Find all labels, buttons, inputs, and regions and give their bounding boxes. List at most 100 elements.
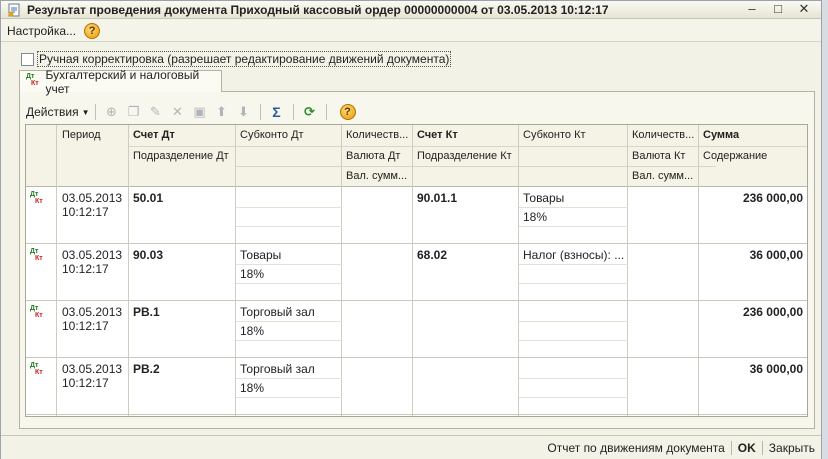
- row-subdivider: [519, 226, 628, 227]
- cell-date: 03.05.2013: [62, 248, 123, 262]
- edit-icon[interactable]: ✎: [148, 104, 164, 120]
- window-controls: – □ ✕: [739, 2, 817, 17]
- refresh-icon[interactable]: ⟳: [302, 104, 318, 120]
- tab-label: Бухгалтерский и налоговый учет: [45, 67, 200, 96]
- kt-glyph: Кт: [35, 255, 43, 262]
- dt-glyph: Дт: [30, 305, 39, 312]
- status-separator: [730, 440, 732, 455]
- tab-panel: Действия ▼ ⊕ ❐ ✎ ✕ ▣ ⬆ ⬇ Σ ⟳ ? Период Сч…: [19, 91, 815, 429]
- title-bar[interactable]: Результат проведения документа Приходный…: [1, 1, 821, 19]
- status-bar: Отчет по движениям документа OK Закрыть: [1, 435, 821, 459]
- cell-account-kt: 90.01.1: [417, 191, 458, 205]
- cell-account-kt: 68.02: [417, 248, 448, 262]
- cell-subconto-dt-1: Торговый зал: [240, 362, 315, 376]
- delete-icon[interactable]: ✕: [170, 104, 186, 120]
- close-form-button[interactable]: Закрыть: [769, 441, 815, 455]
- col-account-kt[interactable]: Счет Кт: [413, 125, 518, 146]
- cell-time: 10:12:17: [62, 262, 109, 276]
- dt-glyph: Дт: [30, 248, 39, 255]
- cell-subconto-dt-2: 18%: [240, 381, 265, 395]
- cell-amount: 36 000,00: [749, 248, 803, 262]
- help-icon[interactable]: ?: [84, 22, 101, 39]
- cell-subconto-kt-2: 18%: [523, 210, 548, 224]
- toolbar-separator: [325, 104, 327, 120]
- move-up-icon[interactable]: ⬆: [214, 104, 230, 120]
- postings-grid[interactable]: Период Счет Дт Субконто Дт Количеств... …: [25, 124, 808, 417]
- cell-account-dt: PB.1: [133, 305, 160, 319]
- tab-accounting[interactable]: Дт Кт Бухгалтерский и налоговый учет: [19, 68, 222, 96]
- row-subdivider: [519, 321, 628, 322]
- col-quantity-dt[interactable]: Количеств...: [342, 125, 412, 146]
- col-period[interactable]: Период: [58, 125, 128, 146]
- actions-menu-button[interactable]: Действия ▼: [26, 105, 90, 119]
- manual-correction-row: Ручная корректировка (разрешает редактир…: [21, 51, 452, 67]
- grid-toolbar: Действия ▼ ⊕ ❐ ✎ ✕ ▣ ⬆ ⬇ Σ ⟳ ?: [26, 101, 356, 123]
- cell-time: 10:12:17: [62, 376, 109, 390]
- cell-date: 03.05.2013: [62, 305, 123, 319]
- kt-glyph: Кт: [35, 198, 43, 205]
- row-subdivider: [519, 378, 628, 379]
- movements-report-button[interactable]: Отчет по движениям документа: [547, 441, 724, 455]
- row-subdivider: [236, 207, 342, 208]
- status-separator: [761, 440, 763, 455]
- sum-icon[interactable]: Σ: [269, 104, 285, 120]
- row-subdivider: [236, 321, 342, 322]
- col-subconto-kt[interactable]: Субконто Кт: [519, 125, 627, 146]
- col-currency-kt[interactable]: Валюта Кт: [628, 146, 698, 167]
- manual-correction-checkbox[interactable]: [21, 52, 34, 66]
- minimize-button[interactable]: –: [739, 2, 765, 17]
- table-row[interactable]: Дт Кт 03.05.2013 10:12:17 PB.1 Торговый з…: [26, 301, 807, 358]
- col-currency-amount-kt[interactable]: Вал. сумм...: [628, 166, 698, 187]
- col-account-dt[interactable]: Счет Дт: [129, 125, 235, 146]
- col-division-kt[interactable]: Подразделение Кт: [413, 146, 518, 167]
- cell-time: 10:12:17: [62, 205, 109, 219]
- table-row[interactable]: Дт Кт 03.05.2013 10:12:17 50.01 90.01.1 Т…: [26, 187, 807, 244]
- menu-bar: Настройка... ?: [1, 20, 821, 42]
- cell-account-dt: 50.01: [133, 191, 164, 205]
- cell-subconto-kt-1: Товары: [523, 191, 565, 205]
- toolbar-separator: [292, 104, 294, 120]
- toolbar-help-icon[interactable]: ?: [339, 104, 356, 120]
- row-subdivider: [519, 397, 628, 398]
- cell-subconto-dt-2: 18%: [240, 267, 265, 281]
- col-division-dt[interactable]: Подразделение Дт: [129, 146, 235, 167]
- row-subdivider: [236, 264, 342, 265]
- kt-glyph: Кт: [31, 79, 39, 87]
- cell-date: 03.05.2013: [62, 362, 123, 376]
- col-content[interactable]: Содержание: [699, 146, 807, 167]
- copy-icon[interactable]: ❐: [126, 104, 142, 120]
- save-icon[interactable]: ▣: [192, 104, 208, 120]
- table-row[interactable]: Дт Кт 03.05.2013 10:12:17 90.03 Товары 18…: [26, 244, 807, 301]
- manual-correction-label[interactable]: Ручная корректировка (разрешает редактир…: [37, 51, 452, 67]
- table-row[interactable]: Дт Кт 03.05.2013 10:12:17 PB.2 Торговый з…: [26, 358, 807, 415]
- document-window: Результат проведения документа Приходный…: [0, 0, 822, 459]
- add-icon[interactable]: ⊕: [104, 104, 120, 120]
- cell-subconto-dt-2: 18%: [240, 324, 265, 338]
- col-amount[interactable]: Сумма: [699, 125, 807, 146]
- kt-glyph: Кт: [35, 369, 43, 376]
- dt-glyph: Дт: [30, 362, 39, 369]
- chevron-down-icon: ▼: [81, 107, 90, 117]
- close-button[interactable]: ✕: [791, 2, 817, 17]
- col-subconto-dt[interactable]: Субконто Дт: [236, 125, 341, 146]
- maximize-button[interactable]: □: [765, 2, 791, 17]
- settings-menu[interactable]: Настройка...: [7, 24, 76, 38]
- dt-kt-icon: Дт Кт: [26, 73, 42, 90]
- cell-account-dt: PB.2: [133, 362, 160, 376]
- row-subdivider: [519, 207, 628, 208]
- row-subdivider: [519, 340, 628, 341]
- col-quantity-kt[interactable]: Количеств...: [628, 125, 698, 146]
- row-subdivider: [236, 397, 342, 398]
- cell-subconto-kt-1: Налог (взносы): ...: [523, 248, 625, 262]
- move-down-icon[interactable]: ⬇: [236, 104, 252, 120]
- window-edge: [822, 0, 828, 459]
- row-subdivider: [236, 378, 342, 379]
- row-subdivider: [236, 226, 342, 227]
- col-currency-amount-dt[interactable]: Вал. сумм...: [342, 166, 412, 187]
- col-currency-dt[interactable]: Валюта Дт: [342, 146, 412, 167]
- posting-icon: Дт Кт: [30, 248, 46, 264]
- ok-button[interactable]: OK: [738, 441, 756, 455]
- row-subdivider: [236, 283, 342, 284]
- cell-amount: 36 000,00: [749, 362, 803, 376]
- dt-glyph: Дт: [30, 191, 39, 198]
